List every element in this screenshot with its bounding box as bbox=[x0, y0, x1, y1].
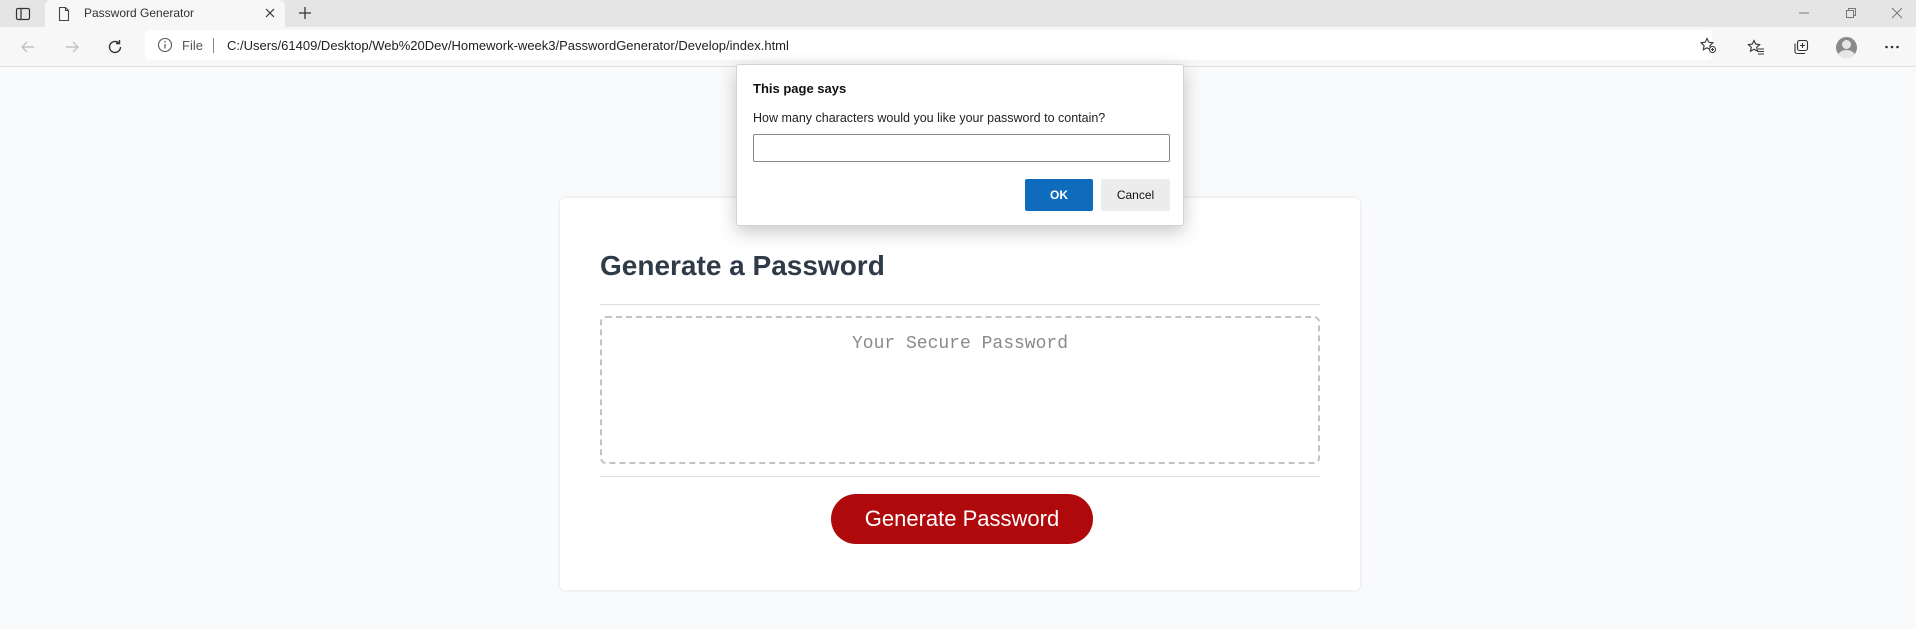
prompt-input[interactable] bbox=[753, 134, 1170, 162]
close-icon[interactable] bbox=[263, 5, 277, 21]
more-icon[interactable] bbox=[1883, 38, 1901, 56]
divider bbox=[600, 476, 1320, 477]
favorites-icon[interactable] bbox=[1747, 38, 1765, 56]
tab-password-generator[interactable]: Password Generator bbox=[45, 0, 285, 27]
collections-icon[interactable] bbox=[1792, 38, 1810, 56]
generate-password-button[interactable]: Generate Password bbox=[831, 494, 1093, 544]
generator-card: Generate a Password Your Secure Password… bbox=[560, 198, 1360, 590]
address-separator bbox=[213, 38, 214, 53]
page-icon bbox=[57, 6, 71, 22]
dialog-message: How many characters would you like your … bbox=[753, 111, 1106, 125]
address-bar-row: File C:/Users/61409/Desktop/Web%20Dev/Ho… bbox=[0, 27, 1916, 67]
back-icon[interactable] bbox=[19, 38, 37, 56]
url-text[interactable]: C:/Users/61409/Desktop/Web%20Dev/Homewor… bbox=[227, 38, 789, 53]
ok-button[interactable]: OK bbox=[1025, 179, 1093, 211]
tab-bar: Password Generator bbox=[0, 0, 1916, 27]
dialog-title: This page says bbox=[753, 81, 847, 96]
password-placeholder: Your Secure Password bbox=[851, 334, 1069, 354]
forward-icon[interactable] bbox=[63, 38, 81, 56]
plus-icon[interactable] bbox=[296, 4, 314, 22]
divider bbox=[600, 304, 1320, 305]
minimize-icon[interactable] bbox=[1795, 4, 1813, 22]
address-box[interactable]: File C:/Users/61409/Desktop/Web%20Dev/Ho… bbox=[145, 30, 1716, 60]
page-title: Generate a Password bbox=[600, 250, 885, 281]
password-output[interactable]: Your Secure Password bbox=[600, 316, 1320, 464]
restore-icon[interactable] bbox=[1842, 4, 1860, 22]
cancel-button[interactable]: Cancel bbox=[1101, 179, 1170, 211]
close-icon[interactable] bbox=[1888, 4, 1906, 22]
profile-icon[interactable] bbox=[1836, 37, 1857, 58]
tab-actions-icon[interactable] bbox=[14, 5, 32, 23]
refresh-icon[interactable] bbox=[106, 38, 124, 56]
tab-title: Password Generator bbox=[84, 6, 195, 20]
scheme-label: File bbox=[182, 38, 203, 53]
add-favorite-icon[interactable] bbox=[1699, 36, 1717, 54]
info-icon[interactable] bbox=[157, 37, 173, 53]
prompt-dialog: This page says How many characters would… bbox=[736, 64, 1184, 226]
